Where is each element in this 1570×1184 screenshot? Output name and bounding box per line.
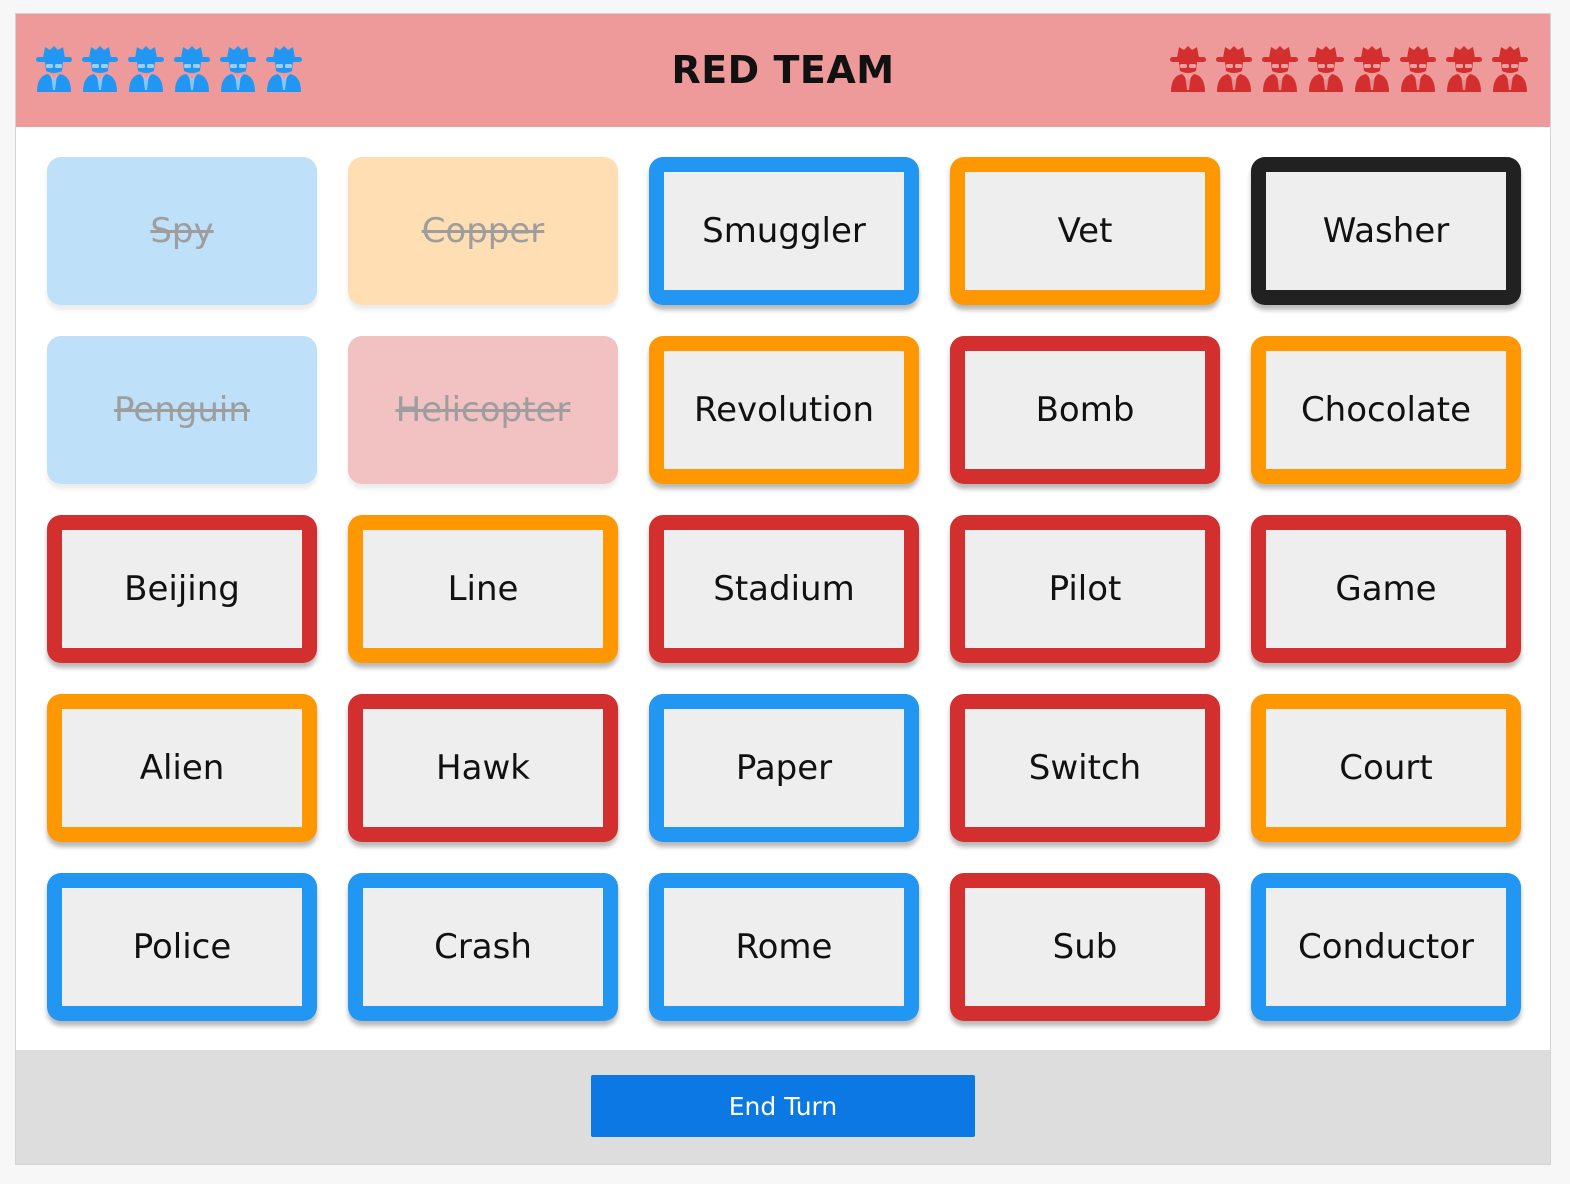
word-card-copper: Copper <box>348 157 618 305</box>
word-card-penguin: Penguin <box>47 336 317 484</box>
team-turn-header: RED TEAM <box>16 14 1550 127</box>
card-word: Sub <box>1052 927 1118 967</box>
card-word: Line <box>447 569 519 609</box>
card-word: Rome <box>735 927 833 967</box>
card-word: Helicopter <box>395 390 571 430</box>
game-board-frame: RED TEAM Spy Copper Smuggler Vet Washer Pengu… <box>15 13 1551 1165</box>
card-word: Bomb <box>1035 390 1135 430</box>
card-word: Beijing <box>124 569 240 609</box>
word-card-game[interactable]: Game <box>1251 515 1521 663</box>
red-agent-icon <box>1214 44 1254 92</box>
card-word: Spy <box>150 211 214 251</box>
word-card-hawk[interactable]: Hawk <box>348 694 618 842</box>
word-card-pilot[interactable]: Pilot <box>950 515 1220 663</box>
word-card-alien[interactable]: Alien <box>47 694 317 842</box>
card-word: Pilot <box>1048 569 1122 609</box>
card-word: Conductor <box>1297 927 1475 967</box>
red-agent-icon <box>1398 44 1438 92</box>
card-word: Copper <box>421 211 545 251</box>
red-agent-icon <box>1352 44 1392 92</box>
word-card-crash[interactable]: Crash <box>348 873 618 1021</box>
card-word: Court <box>1339 748 1433 788</box>
word-card-vet[interactable]: Vet <box>950 157 1220 305</box>
word-card-stadium[interactable]: Stadium <box>649 515 919 663</box>
red-agent-icon <box>1306 44 1346 92</box>
card-word: Revolution <box>693 390 875 430</box>
word-card-grid: Spy Copper Smuggler Vet Washer Penguin Helicop… <box>47 157 1521 1021</box>
card-word: Hawk <box>436 748 530 788</box>
end-turn-button[interactable]: End Turn <box>591 1075 975 1137</box>
word-card-spy: Spy <box>47 157 317 305</box>
word-card-line[interactable]: Line <box>348 515 618 663</box>
red-agents-remaining <box>1168 44 1530 92</box>
word-card-bomb[interactable]: Bomb <box>950 336 1220 484</box>
card-word: Penguin <box>114 390 250 430</box>
card-word: Alien <box>139 748 225 788</box>
red-agent-icon <box>1260 44 1300 92</box>
footer-bar: End Turn <box>16 1050 1550 1164</box>
card-word: Paper <box>735 748 833 788</box>
word-card-paper[interactable]: Paper <box>649 694 919 842</box>
red-agent-icon <box>1168 44 1208 92</box>
word-card-switch[interactable]: Switch <box>950 694 1220 842</box>
word-card-court[interactable]: Court <box>1251 694 1521 842</box>
card-word: Crash <box>434 927 532 967</box>
word-card-sub[interactable]: Sub <box>950 873 1220 1021</box>
card-word: Game <box>1335 569 1437 609</box>
word-card-revolution[interactable]: Revolution <box>649 336 919 484</box>
word-card-chocolate[interactable]: Chocolate <box>1251 336 1521 484</box>
word-card-beijing[interactable]: Beijing <box>47 515 317 663</box>
red-agent-icon <box>1490 44 1530 92</box>
red-agent-icon <box>1444 44 1484 92</box>
card-word: Police <box>132 927 232 967</box>
card-word: Switch <box>1028 748 1142 788</box>
word-card-smuggler[interactable]: Smuggler <box>649 157 919 305</box>
card-word: Vet <box>1057 211 1113 251</box>
word-card-helicopter: Helicopter <box>348 336 618 484</box>
card-word: Stadium <box>713 569 855 609</box>
word-card-conductor[interactable]: Conductor <box>1251 873 1521 1021</box>
word-card-washer[interactable]: Washer <box>1251 157 1521 305</box>
word-card-rome[interactable]: Rome <box>649 873 919 1021</box>
card-word: Chocolate <box>1300 390 1472 430</box>
card-word: Washer <box>1322 211 1450 251</box>
card-word: Smuggler <box>702 211 866 251</box>
word-card-police[interactable]: Police <box>47 873 317 1021</box>
